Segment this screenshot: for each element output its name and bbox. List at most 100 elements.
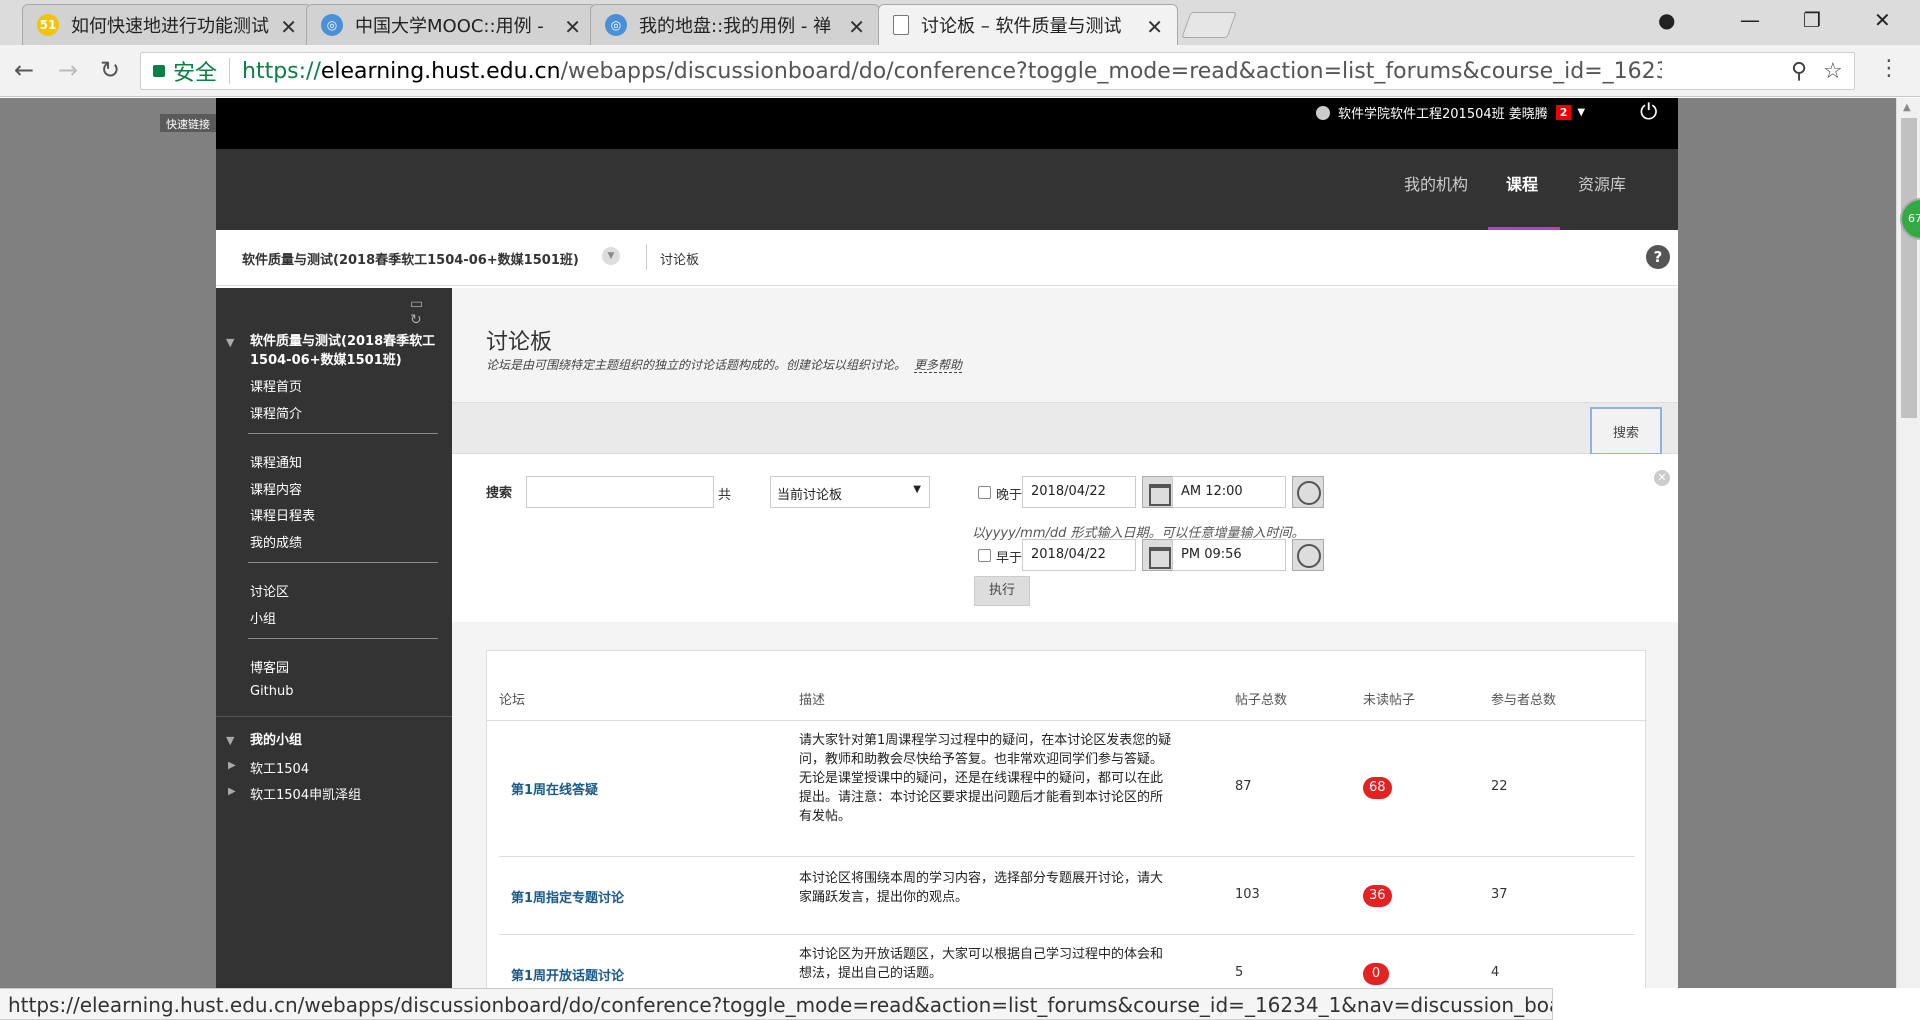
before-checkbox[interactable] (978, 549, 991, 562)
forum-link[interactable]: 第1周指定专题讨论 (511, 887, 624, 906)
desc-line: 家踊跃发言，提出你的观点。 (799, 890, 969, 905)
menu-item-groups[interactable]: 小组 (250, 608, 276, 627)
breadcrumb-current: 讨论板 (660, 253, 700, 268)
close-icon[interactable]: ✕ (1146, 15, 1163, 39)
back-icon[interactable]: ← (14, 56, 34, 84)
lock-icon (153, 65, 165, 77)
column-header[interactable]: 未读帖子 (1363, 689, 1415, 708)
close-icon[interactable]: ✕ (564, 15, 581, 39)
browser-tab-1[interactable]: 51 如何快速地进行功能测试 ✕ (22, 4, 312, 45)
minimize-icon[interactable]: — (1740, 8, 1760, 32)
forum-description: 本讨论区将围绕本周的学习内容，选择部分专题展开讨论，请大 家踊跃发言，提出你的观… (799, 869, 1219, 907)
browser-tab-3[interactable]: ◎ 我的地盘::我的用例 - 禅 ✕ (590, 4, 880, 45)
divider (646, 244, 647, 270)
collapse-icon[interactable]: ▼ (226, 734, 234, 747)
browser-tab-active[interactable]: 讨论板 – 软件质量与测试 ✕ (878, 4, 1178, 45)
more-help-link[interactable]: 更多帮助 (914, 358, 963, 373)
menu-item-github[interactable]: Github (250, 684, 294, 699)
nav-courses[interactable]: 课程 (1506, 171, 1538, 195)
browser-tab-2[interactable]: ◎ 中国大学MOOC::用例 - ✕ (306, 4, 596, 45)
clock-icon[interactable] (1292, 476, 1324, 508)
restore-icon[interactable]: ❐ (1803, 8, 1821, 32)
group-item[interactable]: 软工1504 (250, 758, 309, 777)
after-time-field[interactable]: AM 12:00 (1172, 476, 1286, 508)
user-menu[interactable]: 软件学院软件工程201504班 姜晓腾 2 ▼ (1316, 103, 1585, 122)
forum-link[interactable]: 第1周开放话题讨论 (511, 965, 624, 984)
participant-count: 37 (1491, 887, 1508, 902)
close-icon[interactable]: ✕ (1654, 470, 1670, 486)
folder-icon[interactable]: ▭ (410, 296, 423, 312)
help-icon[interactable]: ? (1646, 245, 1670, 269)
forum-description: 请大家针对第1周课程学习过程中的疑问，在本讨论区发表您的疑 问，教师和助教会尽快… (799, 731, 1219, 826)
menu-icon[interactable]: ⋮ (1878, 56, 1900, 81)
profile-icon[interactable]: ● (1658, 8, 1675, 32)
tab-title: 如何快速地进行功能测试 (71, 16, 269, 37)
after-label: 晚于 (996, 488, 1023, 503)
page-subtitle: 论坛是由可围绕特定主题组织的独立的讨论话题构成的。创建论坛以组织讨论。 更多帮助 (486, 356, 963, 373)
unread-badge[interactable]: 36 (1363, 885, 1392, 907)
unread-badge[interactable]: 68 (1363, 777, 1392, 799)
menu-item-home[interactable]: 课程首页 (250, 376, 302, 395)
tab-title: 中国大学MOOC::用例 - (355, 16, 544, 37)
after-date-field[interactable]: 2018/04/22 (1022, 476, 1136, 508)
menu-item-content[interactable]: 课程内容 (250, 479, 302, 498)
menu-item-calendar[interactable]: 课程日程表 (250, 505, 315, 524)
scope-label: 共 (718, 488, 732, 503)
chevron-right-icon[interactable]: ▶ (228, 760, 236, 771)
search-input[interactable] (526, 476, 714, 508)
before-time-field[interactable]: PM 09:56 (1172, 539, 1286, 571)
nav-institution[interactable]: 我的机构 (1404, 171, 1468, 195)
post-count: 87 (1235, 779, 1252, 794)
breadcrumb: 软件质量与测试(2018春季软工1504-06+数媒1501班) ▼ 讨论板 ? (216, 230, 1678, 286)
scroll-thumb[interactable] (1901, 118, 1917, 418)
group-item[interactable]: 软工1504申凯泽组 (250, 784, 361, 803)
chevron-down-icon[interactable]: ▼ (1577, 107, 1585, 118)
forward-icon[interactable]: → (58, 56, 78, 84)
chevron-right-icon[interactable]: ▶ (228, 786, 236, 797)
tab-title: 讨论板 – 软件质量与测试 (921, 16, 1122, 37)
clock-icon[interactable] (1292, 539, 1324, 571)
search-toggle-button[interactable]: 搜索 (1590, 407, 1662, 455)
column-header[interactable]: 论坛 (499, 689, 525, 708)
breadcrumb-course[interactable]: 软件质量与测试(2018春季软工1504-06+数媒1501班) (242, 249, 579, 268)
before-date-field[interactable]: 2018/04/22 (1022, 539, 1136, 571)
after-checkbox[interactable] (978, 486, 991, 499)
column-header[interactable]: 帖子总数 (1235, 689, 1287, 708)
window-close-icon[interactable]: ✕ (1874, 8, 1891, 32)
collapse-icon[interactable]: ▼ (226, 336, 234, 349)
calendar-icon[interactable] (1142, 476, 1174, 508)
unread-badge[interactable]: 0 (1363, 963, 1389, 985)
reload-icon[interactable]: ↻ (100, 56, 120, 84)
divider (248, 433, 438, 434)
desc-line: 问，教师和助教会尽快给予答复。也非常欢迎同学们参与答疑。 (799, 752, 1164, 767)
main-content: 讨论板 论坛是由可围绕特定主题组织的独立的讨论话题构成的。创建论坛以组织讨论。更… (452, 288, 1678, 988)
chevron-down-icon[interactable]: ▼ (602, 247, 620, 265)
new-tab-button[interactable] (1181, 12, 1237, 38)
nav-library[interactable]: 资源库 (1578, 171, 1626, 195)
close-icon[interactable]: ✕ (280, 15, 297, 39)
course-menu-title[interactable]: 软件质量与测试(2018春季软工1504-06+数媒1501班) (250, 332, 440, 370)
zoom-icon[interactable]: ⚲ (1791, 59, 1807, 84)
scroll-up-icon[interactable]: ▲ (1903, 102, 1911, 113)
refresh-icon[interactable]: ↻ (410, 312, 422, 328)
execute-button[interactable]: 执行 (974, 576, 1030, 606)
menu-item-intro[interactable]: 课程简介 (250, 403, 302, 422)
close-icon[interactable]: ✕ (848, 15, 865, 39)
table-row: 第1周开放话题讨论 本讨论区为开放话题区，大家可以根据自己学习过程中的体会和 想… (499, 935, 1635, 988)
menu-item-grades[interactable]: 我的成绩 (250, 532, 302, 551)
menu-item-discussion[interactable]: 讨论区 (250, 581, 289, 600)
calendar-icon[interactable] (1142, 539, 1174, 571)
column-header[interactable]: 参与者总数 (1491, 689, 1556, 708)
forum-link[interactable]: 第1周在线答疑 (511, 779, 598, 798)
menu-item-blog[interactable]: 博客园 (250, 657, 289, 676)
url-field[interactable]: 安全 https://elearning.hust.edu.cn/webapps… (140, 52, 1855, 90)
url-scheme: https:// (242, 58, 321, 84)
power-icon[interactable]: ⏻ (1640, 100, 1657, 125)
star-icon[interactable]: ☆ (1823, 59, 1843, 84)
scope-select[interactable]: 当前讨论板 ▼ (770, 476, 930, 508)
my-groups-title[interactable]: 我的小组 (250, 731, 440, 750)
notification-badge[interactable]: 2 (1555, 105, 1572, 120)
column-header[interactable]: 描述 (799, 689, 825, 708)
desc-line: 请大家针对第1周课程学习过程中的疑问，在本讨论区发表您的疑 (799, 733, 1172, 748)
menu-item-announcements[interactable]: 课程通知 (250, 452, 302, 471)
